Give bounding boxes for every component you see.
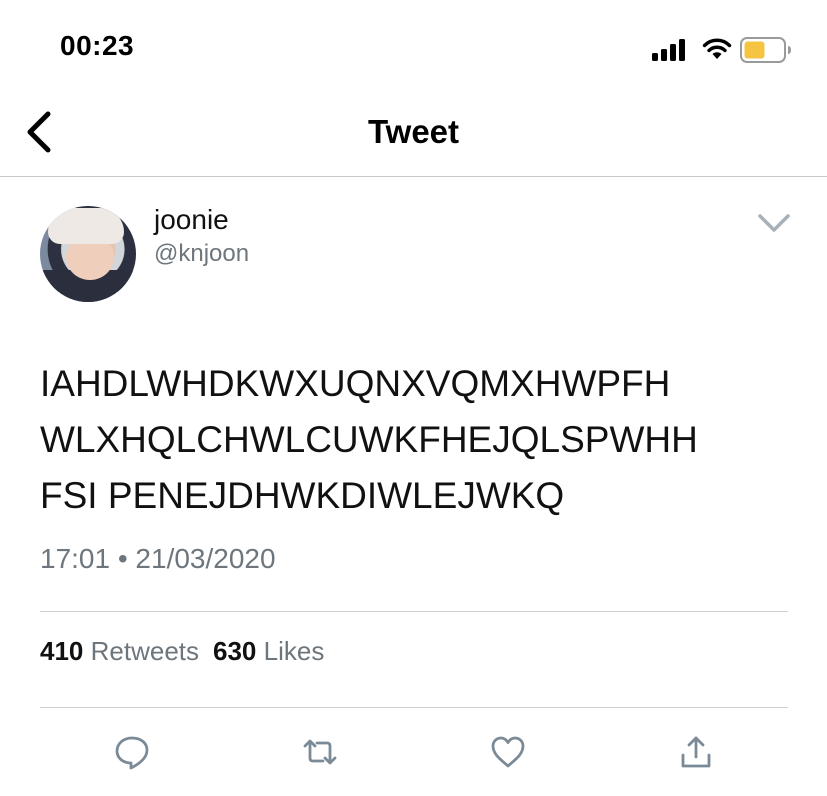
avatar[interactable] — [40, 206, 136, 302]
likes-stat[interactable]: 630 Likes — [213, 636, 324, 666]
likes-count: 630 — [213, 636, 257, 666]
tweet-text-line: IAHDLWHDKWXUQNXVQMXHWPFH — [40, 363, 671, 404]
tweet-text-line: WLXHQLCHWLCUWKFHEJQLSPWHH — [40, 419, 698, 460]
divider — [40, 707, 788, 708]
likes-label: Likes — [263, 636, 325, 666]
retweets-stat[interactable]: 410 Retweets — [40, 636, 199, 666]
reply-bubble-icon[interactable] — [114, 734, 150, 770]
status-time: 00:23 — [60, 30, 135, 61]
divider — [40, 611, 788, 612]
battery-icon — [740, 37, 791, 63]
tweet-timestamp: 17:01 • 21/03/2020 — [40, 543, 276, 574]
retweet-icon[interactable] — [302, 734, 338, 770]
retweets-label: Retweets — [90, 636, 200, 666]
page-title: Tweet — [367, 113, 460, 150]
heart-icon[interactable] — [490, 734, 526, 770]
retweets-count: 410 — [40, 636, 84, 666]
signal-icon — [652, 39, 685, 61]
engagement-stats: 410 Retweets 630 Likes — [40, 636, 324, 667]
author-display-name[interactable]: joonie — [154, 204, 229, 236]
share-icon[interactable] — [678, 734, 714, 770]
tweet-text: IAHDLWHDKWXUQNXVQMXHWPFH WLXHQLCHWLCUWKF… — [40, 356, 800, 524]
wifi-icon — [702, 38, 732, 59]
header-divider — [0, 176, 827, 177]
author-handle[interactable]: @knjoon — [154, 240, 249, 268]
tweet-text-line: FSI PENEJDHWKDIWLEJWKQ — [40, 475, 565, 516]
chevron-down-icon[interactable] — [756, 210, 792, 236]
